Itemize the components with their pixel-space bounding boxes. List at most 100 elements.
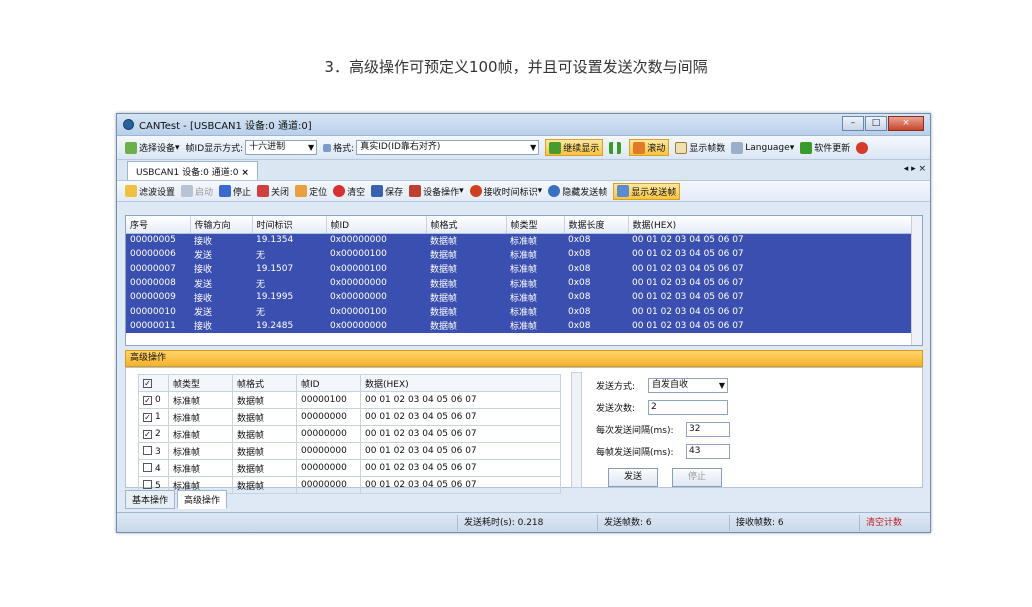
close-channel-button[interactable]: 关闭 xyxy=(257,185,289,198)
advanced-cell-type[interactable]: 标准帧 xyxy=(168,391,233,409)
advanced-row[interactable]: ✓ 0 标准帧 数据帧 00000100 00 01 02 03 04 05 06 07 xyxy=(138,391,561,409)
col-header-seq[interactable]: 序号 xyxy=(126,216,191,234)
advanced-cell-format[interactable]: 数据帧 xyxy=(232,459,297,477)
advanced-cell-type[interactable]: 标准帧 xyxy=(168,425,233,443)
row-checkbox[interactable]: 4 xyxy=(138,459,169,477)
col-header-time[interactable]: 时间标识 xyxy=(252,216,327,234)
continue-display-button[interactable]: 继续显示 xyxy=(545,139,604,156)
table-row[interactable]: 00000007 接收 19.1507 0x00000100 数据帧 标准帧 0x08 00 … xyxy=(126,261,914,276)
advanced-cell-data[interactable]: 00 01 02 03 04 05 06 07 xyxy=(360,476,561,494)
advanced-cell-format[interactable]: 数据帧 xyxy=(232,442,297,460)
adv-col-data: 数据(HEX) xyxy=(360,374,561,392)
advanced-cell-type[interactable]: 标准帧 xyxy=(168,442,233,460)
col-header-data-hex[interactable]: 数据(HEX) xyxy=(628,216,914,234)
row-checkbox[interactable]: 3 xyxy=(138,442,169,460)
table-cell: 19.1995 xyxy=(252,290,326,305)
checkbox-icon[interactable] xyxy=(143,479,152,489)
language-button[interactable]: Language ▾ xyxy=(731,141,794,154)
tab-close-icon[interactable]: × xyxy=(241,168,249,178)
software-update-button[interactable]: 软件更新 xyxy=(800,141,850,154)
row-checkbox[interactable]: ✓ 1 xyxy=(138,408,169,426)
advanced-cell-type[interactable]: 标准帧 xyxy=(168,408,233,426)
advanced-cell-type[interactable]: 标准帧 xyxy=(168,459,233,477)
clear-button[interactable]: 清空 xyxy=(333,185,365,198)
advanced-cell-data[interactable]: 00 01 02 03 04 05 06 07 xyxy=(360,442,561,460)
select-all-checkbox[interactable]: ✓ xyxy=(138,374,169,392)
advanced-cell-format[interactable]: 数据帧 xyxy=(232,476,297,494)
checkbox-icon[interactable]: ✓ xyxy=(143,430,152,439)
advanced-cell-data[interactable]: 00 01 02 03 04 05 06 07 xyxy=(360,408,561,426)
checkbox-icon[interactable]: ✓ xyxy=(143,396,152,405)
send-count-input[interactable]: 2 xyxy=(648,399,728,415)
advanced-cell-data[interactable]: 00 01 02 03 04 05 06 07 xyxy=(360,459,561,477)
tab-advanced-operation[interactable]: 高级操作 xyxy=(177,490,228,509)
col-header-frame-type[interactable]: 帧类型 xyxy=(506,216,565,234)
col-header-frame-format[interactable]: 帧格式 xyxy=(426,216,507,234)
close-button[interactable]: × xyxy=(888,116,924,131)
checkbox-icon[interactable] xyxy=(143,462,152,472)
advanced-cell-id[interactable]: 00000000 xyxy=(296,442,361,460)
advanced-cell-data[interactable]: 00 01 02 03 04 05 06 07 xyxy=(360,425,561,443)
col-header-frame-id[interactable]: 帧ID xyxy=(326,216,427,234)
advanced-row[interactable]: ✓ 2 标准帧 数据帧 00000000 00 01 02 03 04 05 06 07 xyxy=(138,425,561,443)
advanced-scrollbar[interactable] xyxy=(571,372,582,488)
send-button[interactable]: 发送 xyxy=(608,467,658,487)
start-button[interactable]: 启动 xyxy=(181,185,213,198)
frame-interval-input[interactable]: 43 xyxy=(686,443,730,459)
advanced-cell-id[interactable]: 00000000 xyxy=(296,459,361,477)
device-op-button[interactable]: 设备操作 ▾ xyxy=(409,185,464,198)
tab-basic-operation[interactable]: 基本操作 xyxy=(125,490,176,509)
interval-input[interactable]: 32 xyxy=(686,421,730,437)
advanced-cell-id[interactable]: 00000000 xyxy=(296,408,361,426)
show-frames-button[interactable]: 显示帧数 xyxy=(675,141,725,154)
advanced-cell-format[interactable]: 数据帧 xyxy=(232,391,297,409)
frameid-mode-select[interactable]: 十六进制 ▼ xyxy=(245,140,318,155)
table-cell: 0x00000100 xyxy=(326,261,426,276)
scroll-button[interactable]: 滚动 xyxy=(629,139,670,156)
advanced-row[interactable]: 4 标准帧 数据帧 00000000 00 01 02 03 04 05 06 07 xyxy=(138,459,561,477)
checkbox-icon[interactable] xyxy=(143,445,152,455)
advanced-row[interactable]: 3 标准帧 数据帧 00000000 00 01 02 03 04 05 06 07 xyxy=(138,442,561,460)
table-row[interactable]: 00000009 接收 19.1995 0x00000000 数据帧 标准帧 0x08 00 … xyxy=(126,290,914,305)
tab-usbcan1[interactable]: USBCAN1 设备:0 通道:0 × xyxy=(127,161,258,180)
advanced-cell-id[interactable]: 00000000 xyxy=(296,425,361,443)
table-row[interactable]: 00000005 接收 19.1354 0x00000000 数据帧 标准帧 0x08 00 … xyxy=(126,233,914,248)
stop-button[interactable]: 停止 xyxy=(219,185,251,198)
filter-settings-button[interactable]: 滤波设置 xyxy=(125,185,175,198)
send-mode-select[interactable]: 自发自收 ▼ xyxy=(648,377,728,393)
select-device-button[interactable]: 选择设备 ▾ xyxy=(125,141,180,154)
hide-send-button[interactable]: 隐藏发送帧 xyxy=(548,185,607,198)
row-checkbox[interactable]: ✓ 0 xyxy=(138,391,169,409)
language-icon xyxy=(731,141,744,154)
tab-nav[interactable]: ◂ ▸ × xyxy=(904,164,926,174)
grid-scrollbar[interactable] xyxy=(911,216,922,345)
checkbox-icon[interactable]: ✓ xyxy=(143,413,152,422)
advanced-cell-id[interactable]: 00000000 xyxy=(296,476,361,494)
show-send-button[interactable]: 显示发送帧 xyxy=(613,182,681,200)
table-row[interactable]: 00000011 接收 19.2485 0x00000000 数据帧 标准帧 0x08 00 … xyxy=(126,318,914,334)
stop-send-button[interactable]: 停止 xyxy=(672,467,722,487)
help-button[interactable] xyxy=(856,141,870,154)
table-cell: 标准帧 xyxy=(506,318,564,334)
locate-button[interactable]: 定位 xyxy=(295,185,327,198)
format-select[interactable]: 真实ID(ID靠右对齐) ▼ xyxy=(356,140,540,155)
advanced-cell-data[interactable]: 00 01 02 03 04 05 06 07 xyxy=(360,391,561,409)
table-row[interactable]: 00000006 发送无 0x00000100 数据帧 标准帧 0x08 00 01 02 … xyxy=(126,247,914,262)
table-row[interactable]: 00000008 发送无 0x00000000 数据帧 标准帧 0x08 00 01 02 … xyxy=(126,275,914,291)
frame-grid[interactable]: 序号 传输方向 时间标识 帧ID 帧格式 帧类型 数据长度 数据(HEX) 00… xyxy=(125,215,923,346)
col-header-data-length[interactable]: 数据长度 xyxy=(564,216,629,234)
maximize-button[interactable]: □ xyxy=(865,116,887,131)
advanced-cell-id[interactable]: 00000100 xyxy=(296,391,361,409)
col-header-direction[interactable]: 传输方向 xyxy=(190,216,253,234)
row-checkbox[interactable]: ✓ 2 xyxy=(138,425,169,443)
recv-time-button[interactable]: 接收时间标识 ▾ xyxy=(469,185,542,198)
pause-button[interactable] xyxy=(609,141,623,154)
advanced-cell-format[interactable]: 数据帧 xyxy=(232,408,297,426)
advanced-cell-format[interactable]: 数据帧 xyxy=(232,425,297,443)
minimize-button[interactable]: – xyxy=(842,116,864,131)
hide-send-label: 隐藏发送帧 xyxy=(562,187,608,198)
table-row[interactable]: 00000010 发送无 0x00000100 数据帧 标准帧 0x08 00 01 02 … xyxy=(126,304,914,319)
save-button[interactable]: 保存 xyxy=(371,185,403,198)
advanced-row[interactable]: ✓ 1 标准帧 数据帧 00000000 00 01 02 03 04 05 06 07 xyxy=(138,408,561,426)
clear-count-button[interactable]: 清空计数 xyxy=(859,514,919,531)
